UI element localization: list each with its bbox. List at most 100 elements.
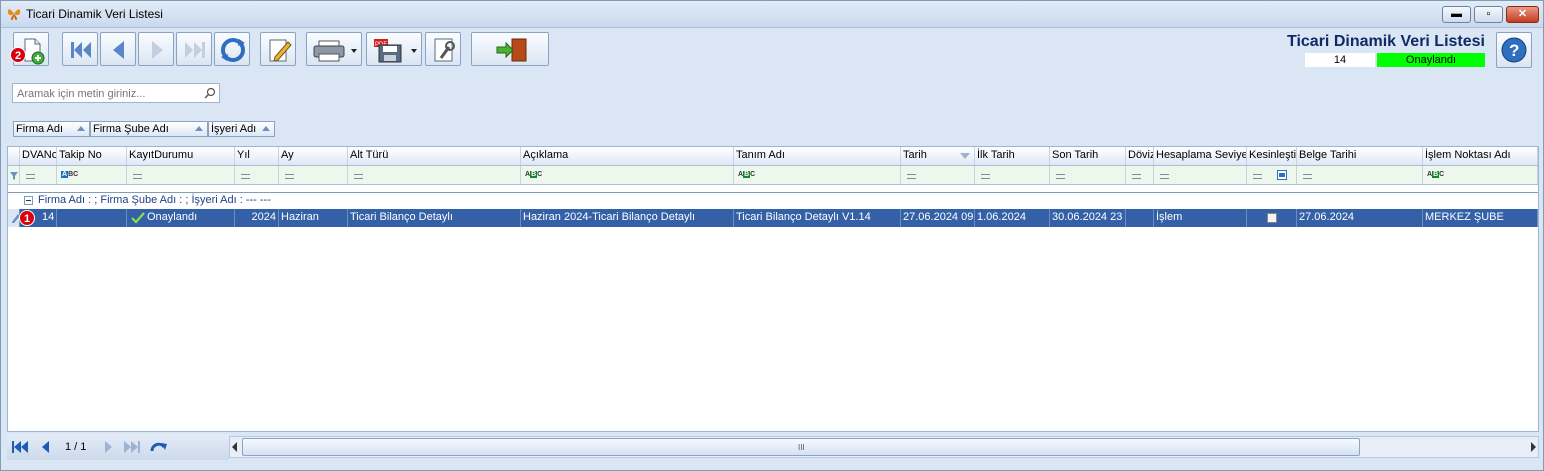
- cell-doviz: [1126, 209, 1154, 227]
- help-button[interactable]: ?: [1496, 32, 1532, 68]
- column-header-kesinlesti[interactable]: Kesinleşti: [1247, 147, 1297, 165]
- table-row[interactable]: 1 14 Onaylandı 2024 Haziran Ticari Bilan…: [8, 209, 1538, 227]
- equals-icon: [285, 174, 294, 179]
- filter-cell[interactable]: [235, 166, 279, 184]
- filter-cell[interactable]: [20, 166, 57, 184]
- previous-page-icon[interactable]: [39, 440, 51, 454]
- filter-cell[interactable]: ABC: [1423, 166, 1538, 184]
- filter-row: ABC ABC ABC ABC: [8, 166, 1538, 185]
- minimize-button[interactable]: ▬: [1442, 6, 1471, 23]
- filter-cell[interactable]: [348, 166, 521, 184]
- settings-button[interactable]: [425, 32, 461, 66]
- column-header-ay[interactable]: Ay: [279, 147, 348, 165]
- column-header-tanim-adi[interactable]: Tanım Adı: [734, 147, 901, 165]
- column-header-alt-turu[interactable]: Alt Türü: [348, 147, 521, 165]
- filter-cell[interactable]: [1050, 166, 1126, 184]
- filter-cell[interactable]: [279, 166, 348, 184]
- first-page-icon[interactable]: [11, 440, 29, 454]
- horizontal-scrollbar[interactable]: III: [229, 436, 1539, 458]
- text-filter-icon: ABC: [1427, 171, 1445, 178]
- last-icon: [185, 42, 205, 58]
- filter-cell[interactable]: [1126, 166, 1154, 184]
- refresh-button[interactable]: [214, 32, 250, 66]
- filter-cell[interactable]: ABC: [734, 166, 901, 184]
- group-chip-sube[interactable]: Firma Şube Adı: [90, 121, 208, 137]
- column-header-belge-tarihi[interactable]: Belge Tarihi: [1297, 147, 1423, 165]
- sort-up-icon: [195, 126, 203, 131]
- main-window: Ticari Dinamik Veri Listesi ▬ ▫ ✕ 2 Tica…: [0, 0, 1544, 471]
- filter-cell[interactable]: [975, 166, 1050, 184]
- column-header-takip-no[interactable]: Takip No: [57, 147, 127, 165]
- exit-button[interactable]: [471, 32, 549, 66]
- search-icon: [204, 87, 216, 99]
- close-button[interactable]: ✕: [1506, 6, 1539, 23]
- cell-alt-turu: Ticari Bilanço Detaylı: [348, 209, 521, 227]
- cell-islem-noktasi: MERKEZ ŞUBE: [1423, 209, 1538, 227]
- pager: 1 / 1: [7, 434, 229, 460]
- filter-cell[interactable]: [127, 166, 235, 184]
- sort-down-icon: [960, 153, 970, 159]
- group-chip-firma[interactable]: Firma Adı: [13, 121, 90, 137]
- filter-cell[interactable]: [1154, 166, 1247, 184]
- filter-cell[interactable]: ABC: [521, 166, 734, 184]
- scroll-left-icon[interactable]: [232, 442, 237, 452]
- cell-son-tarih: 30.06.2024 23: [1050, 209, 1126, 227]
- cell-kesinlesti[interactable]: [1247, 209, 1297, 227]
- exit-door-icon: [496, 38, 527, 62]
- close-icon: ✕: [1517, 8, 1528, 20]
- search-input[interactable]: [15, 85, 199, 103]
- column-header-doviz[interactable]: Döviz: [1126, 147, 1154, 165]
- column-header-label: Tarih: [903, 149, 927, 161]
- column-header-kayit-durumu[interactable]: KayıtDurumu: [127, 147, 235, 165]
- first-record-button[interactable]: [62, 32, 98, 66]
- equals-icon: [354, 174, 363, 179]
- column-header-aciklama[interactable]: Açıklama: [521, 147, 734, 165]
- wrench-icon: [434, 38, 455, 62]
- last-record-button[interactable]: [176, 32, 212, 66]
- group-row[interactable]: Firma Adı : ; Firma Şube Adı : ; İşyeri …: [8, 192, 1538, 208]
- group-chip-label: Firma Şube Adı: [93, 123, 169, 135]
- sort-up-icon: [77, 126, 85, 131]
- group-chip-isyeri[interactable]: İşyeri Adı: [208, 121, 275, 137]
- column-header-tarih[interactable]: Tarih: [901, 147, 975, 165]
- search-box[interactable]: [12, 83, 220, 103]
- column-header-ilk-tarih[interactable]: İlk Tarih: [975, 147, 1050, 165]
- status-text: Onaylandı: [147, 211, 198, 223]
- status-badge: Onaylandı: [1377, 53, 1485, 67]
- previous-record-button[interactable]: [100, 32, 136, 66]
- pdf-save-icon: PDF: [374, 39, 417, 63]
- next-page-icon[interactable]: [103, 440, 115, 454]
- column-header-yil[interactable]: Yıl: [235, 147, 279, 165]
- grip-icon: III: [798, 443, 805, 452]
- filter-cell[interactable]: [1247, 166, 1297, 184]
- collapse-icon[interactable]: [24, 196, 33, 205]
- edit-pencil-icon: [269, 39, 292, 62]
- filter-cell[interactable]: [1297, 166, 1423, 184]
- equals-icon: [1160, 174, 1169, 179]
- filter-cell[interactable]: ABC: [57, 166, 127, 184]
- maximize-button[interactable]: ▫: [1474, 6, 1503, 23]
- kesinlesti-checkbox[interactable]: [1267, 213, 1277, 223]
- scrollbar-thumb[interactable]: III: [242, 438, 1360, 456]
- cell-takip-no: [57, 209, 127, 227]
- filter-cell[interactable]: [901, 166, 975, 184]
- refresh-icon: [221, 38, 245, 62]
- next-record-button[interactable]: [138, 32, 174, 66]
- cell-dvano: 14: [20, 209, 57, 227]
- column-header-dvano[interactable]: DVANo: [20, 147, 57, 165]
- next-icon: [152, 41, 163, 59]
- equals-icon: [1253, 174, 1262, 179]
- text-filter-icon: ABC: [738, 171, 756, 178]
- edit-button[interactable]: [260, 32, 296, 66]
- column-header-hesaplama-seviyesi[interactable]: Hesaplama Seviyesi: [1154, 147, 1247, 165]
- help-icon: ?: [1501, 37, 1527, 63]
- cell-yil: 2024: [235, 209, 279, 227]
- export-pdf-button[interactable]: PDF: [366, 32, 422, 66]
- scroll-right-icon[interactable]: [1531, 442, 1536, 452]
- refresh-page-icon[interactable]: [149, 440, 169, 454]
- status-bar: 1 / 1 III: [7, 434, 1539, 460]
- last-page-icon[interactable]: [123, 440, 141, 454]
- print-button[interactable]: [306, 32, 362, 66]
- column-header-islem-noktasi[interactable]: İşlem Noktası Adı: [1423, 147, 1538, 165]
- column-header-son-tarih[interactable]: Son Tarih: [1050, 147, 1126, 165]
